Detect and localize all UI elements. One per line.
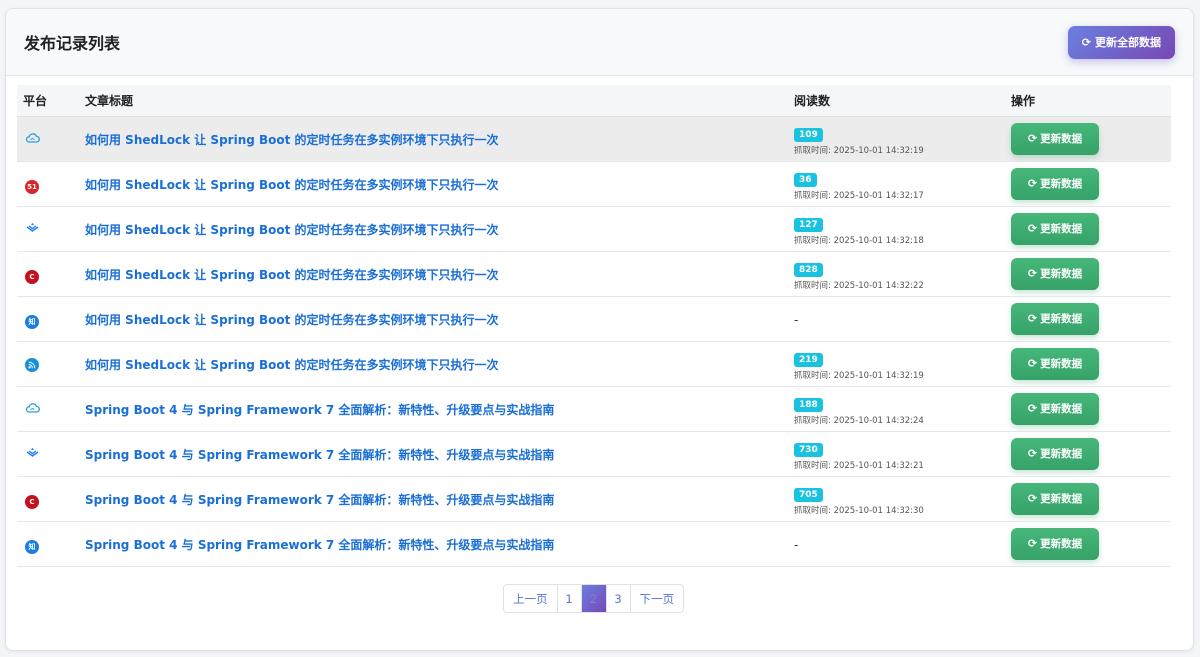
table-row: 知 如何用 ShedLock 让 Spring Boot 的定时任务在多实例环境… (17, 296, 1171, 341)
refresh-data-label: 更新数据 (1040, 313, 1083, 325)
sync-icon: ⟳ (1027, 357, 1038, 370)
read-count-badge: 730 (794, 442, 823, 457)
juejin-icon (25, 444, 40, 463)
read-count-empty: - (794, 538, 799, 552)
fetch-time: 抓取时间: 2025-10-01 14:32:24 (794, 415, 924, 426)
refresh-data-label: 更新数据 (1040, 268, 1083, 280)
refresh-data-button[interactable]: ⟳ 更新数据 (1011, 347, 1099, 380)
read-count-empty: - (794, 313, 799, 327)
cloud-icon (25, 129, 40, 148)
col-header-platform: 平台 (17, 85, 79, 117)
refresh-data-label: 更新数据 (1040, 178, 1083, 190)
refresh-all-label: 更新全部数据 (1095, 36, 1161, 49)
refresh-data-label: 更新数据 (1040, 223, 1083, 235)
read-count-badge: 36 (794, 172, 817, 187)
page-title: 发布记录列表 (24, 34, 121, 53)
refresh-data-button[interactable]: ⟳ 更新数据 (1011, 122, 1099, 155)
juejin-icon (25, 219, 40, 238)
refresh-data-button[interactable]: ⟳ 更新数据 (1011, 437, 1099, 470)
refresh-data-label: 更新数据 (1040, 448, 1083, 460)
page-3-button[interactable]: 3 (607, 585, 631, 612)
prev-page-button[interactable]: 上一页 (504, 585, 558, 612)
table-row: C 如何用 ShedLock 让 Spring Boot 的定时任务在多实例环境… (17, 251, 1171, 296)
read-count-badge: 188 (794, 397, 823, 412)
card-header: 发布记录列表 ⟳ 更新全部数据 (6, 9, 1193, 76)
sync-icon: ⟳ (1027, 537, 1038, 550)
article-title-link[interactable]: Spring Boot 4 与 Spring Framework 7 全面解析：… (85, 538, 554, 552)
refresh-data-label: 更新数据 (1040, 493, 1083, 505)
fetch-time: 抓取时间: 2025-10-01 14:32:22 (794, 280, 924, 291)
sync-icon: ⟳ (1027, 402, 1038, 415)
sync-icon: ⟳ (1027, 132, 1038, 145)
refresh-data-label: 更新数据 (1040, 403, 1083, 415)
read-count-badge: 219 (794, 352, 823, 367)
51cto-icon: 51 (25, 179, 39, 194)
read-count-badge: 705 (794, 487, 823, 502)
article-title-link[interactable]: 如何用 ShedLock 让 Spring Boot 的定时任务在多实例环境下只… (85, 358, 499, 372)
refresh-data-label: 更新数据 (1040, 133, 1083, 145)
article-title-link[interactable]: 如何用 ShedLock 让 Spring Boot 的定时任务在多实例环境下只… (85, 313, 499, 327)
table-row: C Spring Boot 4 与 Spring Framework 7 全面解… (17, 476, 1171, 521)
table-row: 如何用 ShedLock 让 Spring Boot 的定时任务在多实例环境下只… (17, 341, 1171, 386)
table-row: Spring Boot 4 与 Spring Framework 7 全面解析：… (17, 431, 1171, 476)
sync-icon: ⟳ (1027, 447, 1038, 460)
sync-icon: ⟳ (1027, 177, 1038, 190)
sync-icon: ⟳ (1027, 222, 1038, 235)
zhihu-icon: 知 (25, 539, 39, 554)
table-row: 如何用 ShedLock 让 Spring Boot 的定时任务在多实例环境下只… (17, 206, 1171, 251)
cloud-icon (25, 399, 40, 418)
refresh-data-button[interactable]: ⟳ 更新数据 (1011, 302, 1099, 335)
page-2-button-current[interactable]: 2 (581, 585, 607, 612)
article-title-link[interactable]: Spring Boot 4 与 Spring Framework 7 全面解析：… (85, 448, 554, 462)
page-1-button[interactable]: 1 (558, 585, 582, 612)
col-header-title: 文章标题 (79, 85, 788, 117)
read-count-badge: 828 (794, 262, 823, 277)
refresh-data-label: 更新数据 (1040, 358, 1083, 370)
table-row: 知 Spring Boot 4 与 Spring Framework 7 全面解… (17, 521, 1171, 566)
fetch-time: 抓取时间: 2025-10-01 14:32:19 (794, 370, 924, 381)
fetch-time: 抓取时间: 2025-10-01 14:32:18 (794, 235, 924, 246)
article-title-link[interactable]: Spring Boot 4 与 Spring Framework 7 全面解析：… (85, 493, 554, 507)
sync-icon: ⟳ (1027, 312, 1038, 325)
table-row: Spring Boot 4 与 Spring Framework 7 全面解析：… (17, 386, 1171, 431)
refresh-data-button[interactable]: ⟳ 更新数据 (1011, 212, 1099, 245)
col-header-action: 操作 (1005, 85, 1171, 117)
fetch-time: 抓取时间: 2025-10-01 14:32:21 (794, 460, 924, 471)
fetch-time: 抓取时间: 2025-10-01 14:32:17 (794, 190, 924, 201)
read-count-badge: 109 (794, 127, 823, 142)
read-count-badge: 127 (794, 217, 823, 232)
refresh-data-button[interactable]: ⟳ 更新数据 (1011, 482, 1099, 515)
zhihu-icon: 知 (25, 314, 39, 329)
fetch-time: 抓取时间: 2025-10-01 14:32:19 (794, 145, 924, 156)
refresh-all-button[interactable]: ⟳ 更新全部数据 (1067, 25, 1175, 59)
sync-icon: ⟳ (1027, 267, 1038, 280)
rss-icon (25, 358, 39, 372)
article-title-link[interactable]: 如何用 ShedLock 让 Spring Boot 的定时任务在多实例环境下只… (85, 268, 499, 282)
csdn-icon: C (25, 269, 39, 284)
records-table: 平台 文章标题 阅读数 操作 如何用 ShedLock 让 Spring Boo… (17, 85, 1171, 567)
table-row: 如何用 ShedLock 让 Spring Boot 的定时任务在多实例环境下只… (17, 116, 1171, 161)
col-header-reads: 阅读数 (788, 85, 1005, 117)
article-title-link[interactable]: 如何用 ShedLock 让 Spring Boot 的定时任务在多实例环境下只… (85, 223, 499, 237)
records-table-wrap: 平台 文章标题 阅读数 操作 如何用 ShedLock 让 Spring Boo… (17, 85, 1171, 567)
fetch-time: 抓取时间: 2025-10-01 14:32:30 (794, 505, 924, 516)
article-title-link[interactable]: 如何用 ShedLock 让 Spring Boot 的定时任务在多实例环境下只… (85, 178, 499, 192)
article-title-link[interactable]: 如何用 ShedLock 让 Spring Boot 的定时任务在多实例环境下只… (85, 133, 499, 147)
refresh-data-button[interactable]: ⟳ 更新数据 (1011, 527, 1099, 560)
refresh-data-button[interactable]: ⟳ 更新数据 (1011, 392, 1099, 425)
refresh-data-button[interactable]: ⟳ 更新数据 (1011, 167, 1099, 200)
refresh-data-button[interactable]: ⟳ 更新数据 (1011, 257, 1099, 290)
table-header-row: 平台 文章标题 阅读数 操作 (17, 85, 1171, 117)
table-row: 51 如何用 ShedLock 让 Spring Boot 的定时任务在多实例环… (17, 161, 1171, 206)
article-title-link[interactable]: Spring Boot 4 与 Spring Framework 7 全面解析：… (85, 403, 554, 417)
pagination: 上一页 1 2 3 下一页 (503, 584, 684, 613)
csdn-icon: C (25, 494, 39, 509)
refresh-data-label: 更新数据 (1040, 538, 1083, 550)
next-page-button[interactable]: 下一页 (631, 585, 684, 612)
sync-icon: ⟳ (1027, 492, 1038, 505)
sync-icon: ⟳ (1081, 35, 1091, 49)
